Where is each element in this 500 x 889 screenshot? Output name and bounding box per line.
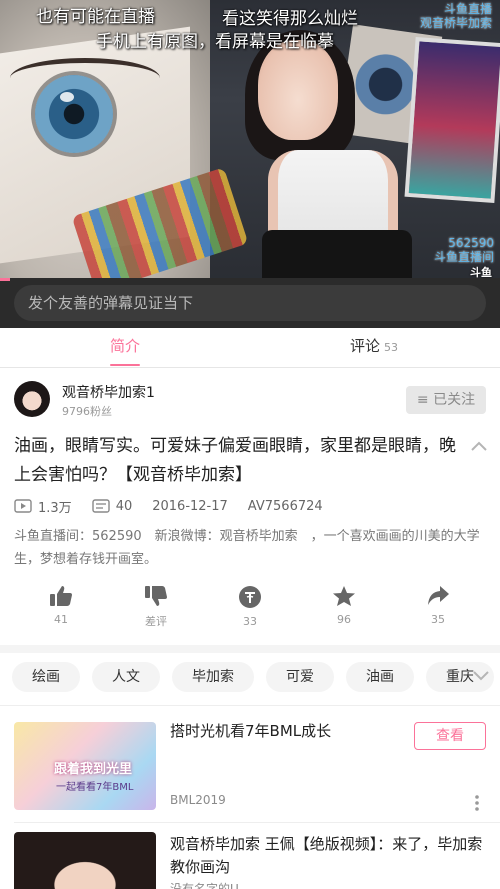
danmaku-count: 40 xyxy=(115,498,133,514)
menu-icon: ≡ xyxy=(416,392,429,408)
danmu-comment: 手机上有原图，看屏幕是在临摹 xyxy=(96,32,334,52)
coin-button[interactable]: 33 xyxy=(210,585,290,628)
video-stats: 1.3万 40 2016-12-17 AV7566724 xyxy=(14,496,343,516)
like-count: 41 xyxy=(54,613,68,626)
tag-list: 绘画 人文 毕加索 可爱 油画 重庆 xyxy=(12,662,494,692)
share-count: 35 xyxy=(431,613,445,626)
painted-iris-glint xyxy=(60,92,74,102)
video-title: 油画，眼睛写实。可爱妹子偏爱画眼睛，家里都是眼睛，晚上会害怕吗？【观音桥毕加索】 xyxy=(14,436,456,485)
follow-button[interactable]: ≡ 已关注 xyxy=(406,386,486,414)
content-tabs: 简介 评论 53 xyxy=(0,328,500,368)
danmu-comment: 也有可能在直播 xyxy=(36,7,155,27)
danmu-comment: 看这笑得那么灿烂 xyxy=(222,9,358,29)
watermark-line: 562590 xyxy=(448,236,494,250)
watermark-line: 斗鱼直播间 xyxy=(433,250,494,264)
related-title[interactable]: 观音桥毕加索 王佩【绝版视频】：来了，毕加索教你画沟 xyxy=(170,833,488,879)
play-count: 1.3万 xyxy=(38,500,72,516)
chevron-down-icon[interactable] xyxy=(472,670,490,682)
landscape-painting xyxy=(404,37,500,203)
watermark-line: 斗鱼直播 xyxy=(443,2,492,16)
view-button[interactable]: 查看 xyxy=(414,722,486,750)
tag-item[interactable]: 毕加索 xyxy=(172,662,254,692)
star-icon xyxy=(333,586,355,606)
more-options-icon[interactable] xyxy=(474,794,480,812)
favorite-button[interactable]: 96 xyxy=(304,585,384,626)
uploader-fans: 9796粉丝 xyxy=(62,405,112,418)
danmu-bar: 发个友善的弹幕见证当下 xyxy=(0,278,500,328)
painter-face xyxy=(258,40,338,140)
related-thumbnail[interactable] xyxy=(14,832,156,889)
comments-count: 53 xyxy=(384,341,399,354)
tag-item[interactable]: 人文 xyxy=(92,662,160,692)
section-divider xyxy=(14,822,500,823)
thumbnail-caption: 跟着我到光里 xyxy=(54,762,133,777)
video-description: 斗鱼直播间：562590 新浪微博：观音桥毕加索 ，一个喜欢画画的川美的大学生，… xyxy=(14,529,480,567)
share-button[interactable]: 35 xyxy=(398,585,478,626)
tag-item[interactable]: 绘画 xyxy=(12,662,80,692)
related-uploader: 没有名字的U xyxy=(170,882,239,889)
dislike-label: 差评 xyxy=(145,615,167,628)
tag-item[interactable]: 油画 xyxy=(346,662,414,692)
like-button[interactable]: 41 xyxy=(21,585,101,626)
publish-date: 2016-12-17 xyxy=(152,498,228,514)
uploader-name[interactable]: 观音桥毕加索1 xyxy=(62,382,155,402)
section-divider xyxy=(0,645,500,653)
thumbnail-subcaption: 一起看看7年BML xyxy=(56,782,134,793)
thumbs-up-icon xyxy=(50,586,72,606)
section-divider xyxy=(0,705,500,706)
av-number: AV7566724 xyxy=(247,498,323,514)
tab-intro[interactable]: 简介 xyxy=(110,328,141,368)
related-thumbnail[interactable]: 跟着我到光里 一起看看7年BML xyxy=(14,722,156,810)
tab-comments[interactable]: 评论 53 xyxy=(350,328,398,368)
coin-icon xyxy=(239,586,261,608)
related-uploader: BML2019 xyxy=(170,793,226,807)
related-title[interactable]: 搭时光机看7年BML成长 xyxy=(170,720,410,743)
playback-progress[interactable] xyxy=(0,278,10,281)
room-watermark: 562590 斗鱼直播间 xyxy=(434,236,494,264)
watermark-line: 观音桥毕加索 xyxy=(419,16,492,30)
stream-watermark: 斗鱼直播 观音桥毕加索 xyxy=(420,2,492,30)
danmu-input[interactable]: 发个友善的弹幕见证当下 xyxy=(14,285,486,321)
play-count-icon xyxy=(14,499,32,513)
tag-item[interactable]: 可爱 xyxy=(266,662,334,692)
coin-count: 33 xyxy=(243,615,257,628)
tab-comments-label: 评论 xyxy=(350,337,381,355)
tab-intro-label: 简介 xyxy=(110,337,141,355)
favorite-count: 96 xyxy=(337,613,351,626)
thumbs-down-icon xyxy=(145,586,167,606)
uploader-avatar[interactable] xyxy=(14,381,50,417)
video-player[interactable]: 也有可能在直播 看这笑得那么灿烂 手机上有原图，看屏幕是在临摹 斗鱼直播 观音桥… xyxy=(0,0,500,282)
dislike-button[interactable]: 差评 xyxy=(116,585,196,629)
painter-skirt xyxy=(262,230,412,282)
follow-label: 已关注 xyxy=(433,392,476,408)
painted-iris xyxy=(35,75,113,153)
share-icon xyxy=(428,586,449,605)
chevron-up-icon[interactable] xyxy=(470,440,488,452)
danmaku-count-icon xyxy=(91,499,110,513)
action-row: 41 差评 33 96 35 xyxy=(0,585,500,635)
